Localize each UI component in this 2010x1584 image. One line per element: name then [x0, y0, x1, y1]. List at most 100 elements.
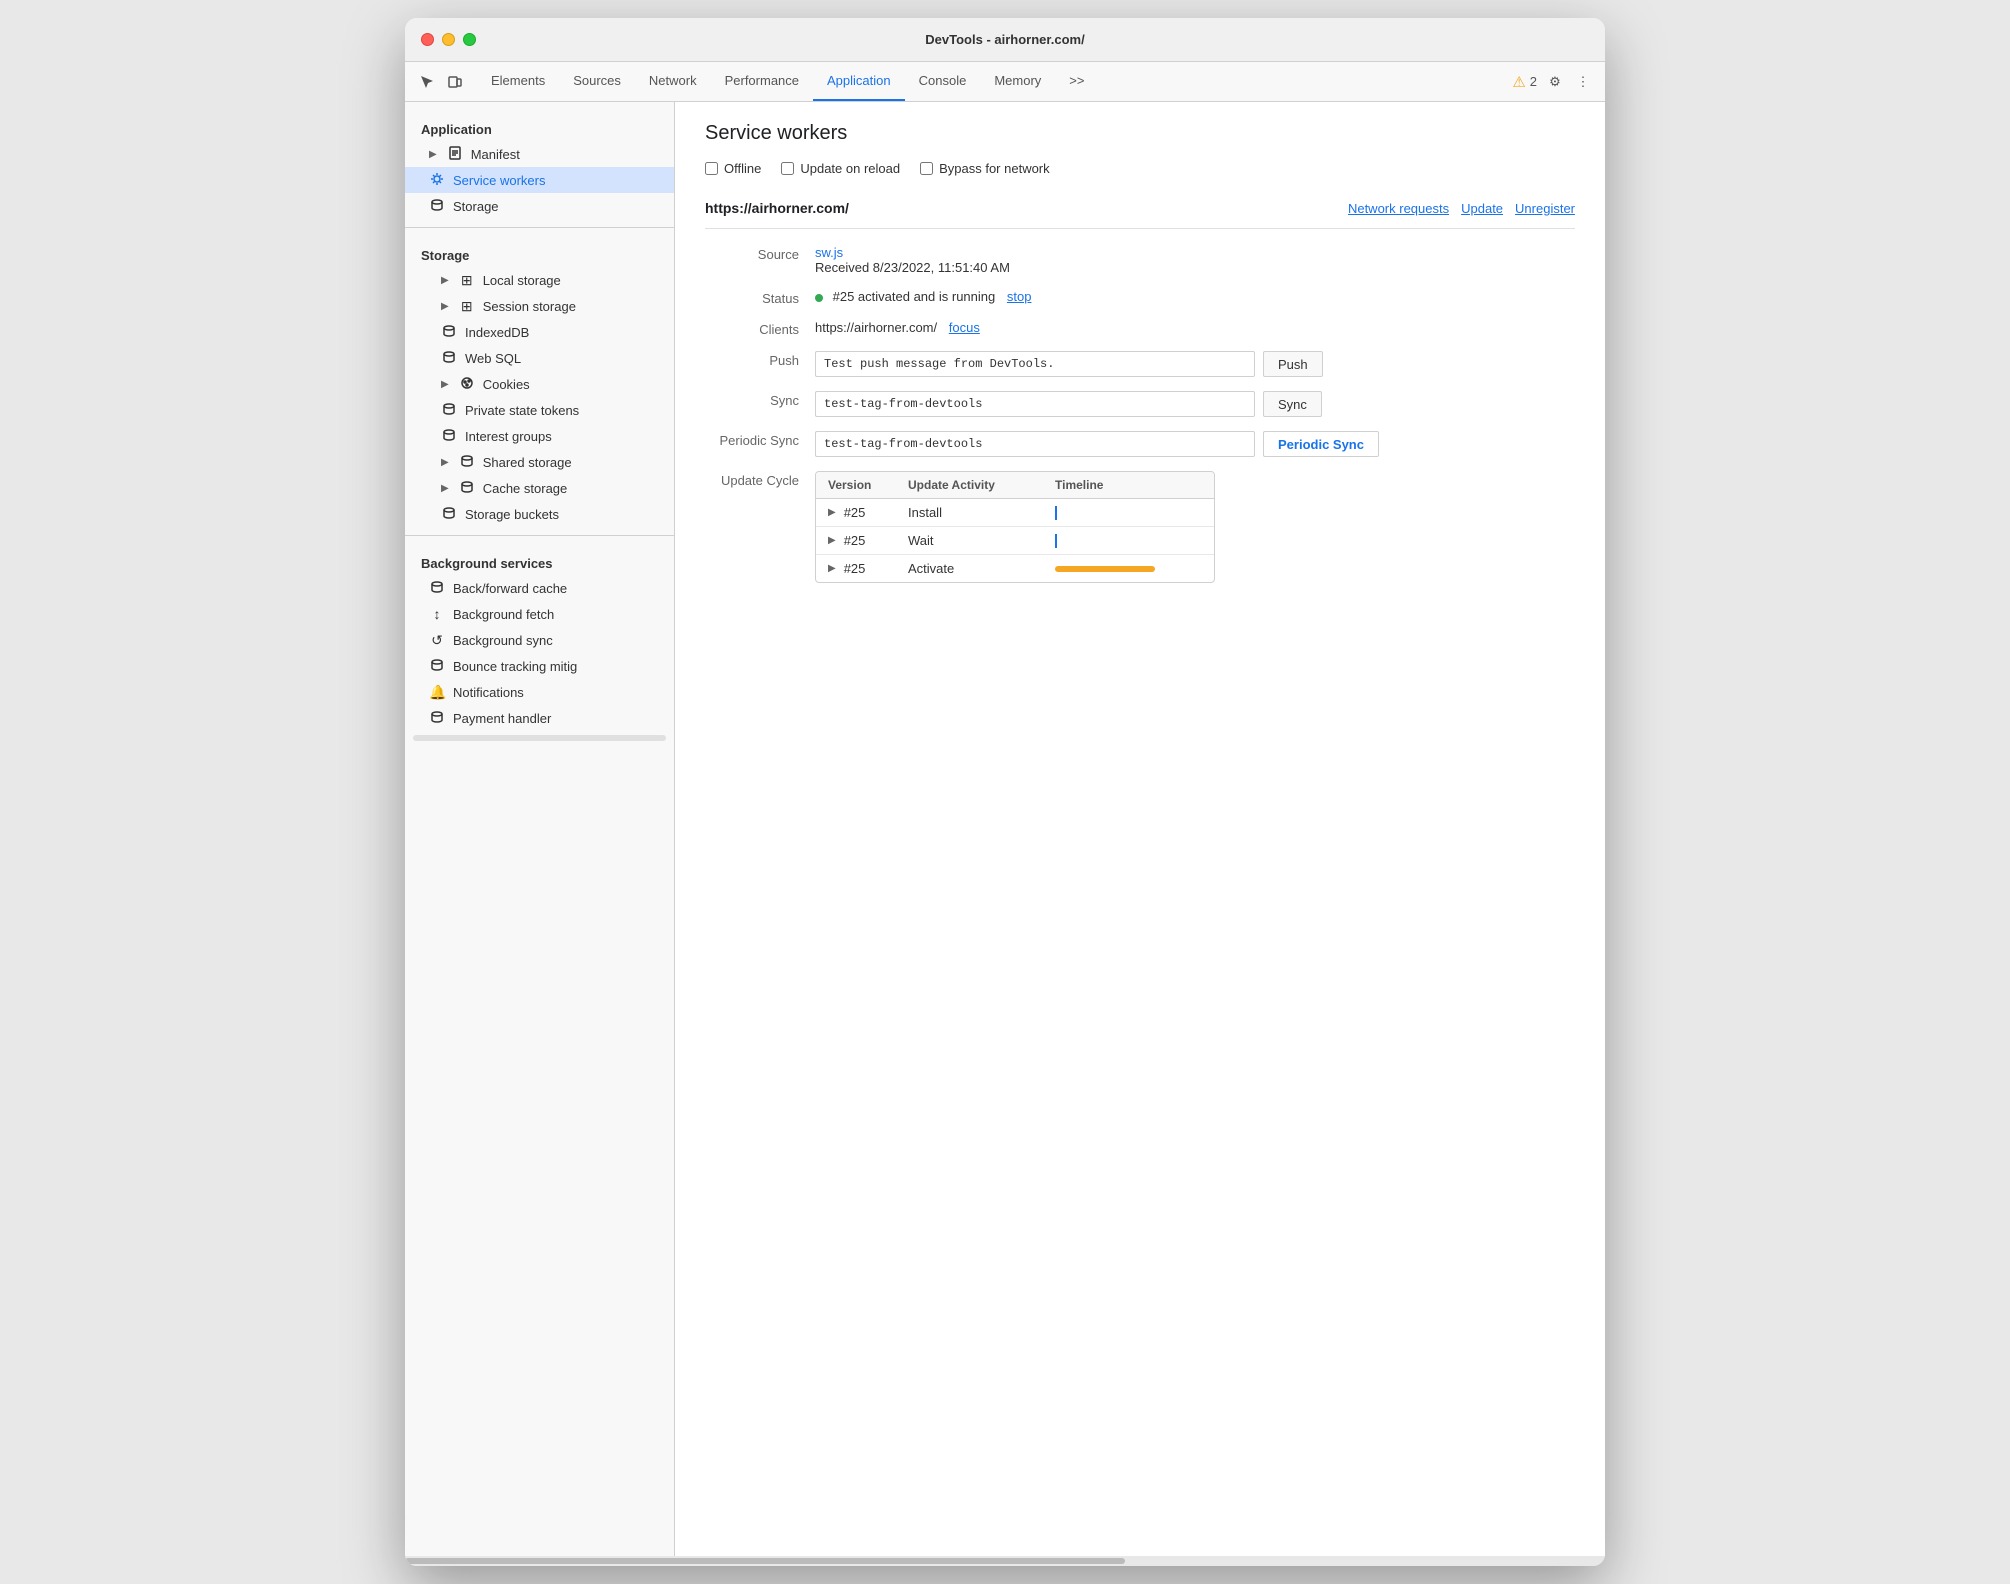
table-row: ▶ #25 Activate [816, 555, 1214, 582]
push-row: Push Push [705, 351, 1575, 377]
sync-value: Sync [815, 391, 1575, 417]
clients-url: https://airhorner.com/ [815, 320, 937, 335]
storage-app-icon [429, 198, 445, 215]
sidebar-item-private-state-tokens[interactable]: Private state tokens [405, 397, 674, 423]
tab-performance[interactable]: Performance [711, 62, 813, 101]
horizontal-scrollbar-thumb[interactable] [405, 1558, 1125, 1564]
tab-more[interactable]: >> [1055, 62, 1098, 101]
push-button[interactable]: Push [1263, 351, 1323, 377]
sidebar-label-back-forward-cache: Back/forward cache [453, 581, 567, 596]
sidebar-scrollbar[interactable] [413, 735, 666, 741]
sidebar-item-storage-buckets[interactable]: Storage buckets [405, 501, 674, 527]
clients-label: Clients [705, 320, 815, 337]
sidebar-label-background-fetch: Background fetch [453, 607, 554, 622]
sync-button[interactable]: Sync [1263, 391, 1322, 417]
sidebar-label-notifications: Notifications [453, 685, 524, 700]
more-options-icon[interactable]: ⋮ [1573, 72, 1593, 92]
offline-label: Offline [724, 161, 761, 176]
bypass-for-network-label: Bypass for network [939, 161, 1050, 176]
sidebar-label-interest-groups: Interest groups [465, 429, 552, 444]
sidebar-item-manifest[interactable]: ▶ Manifest [405, 141, 674, 167]
row-triangle-icon[interactable]: ▶ [828, 563, 836, 574]
page-title: Service workers [705, 122, 1575, 145]
status-label: Status [705, 289, 815, 306]
sidebar-item-local-storage[interactable]: ▶ ⊞ Local storage [405, 267, 674, 293]
sync-input[interactable] [815, 391, 1255, 417]
sidebar-label-bounce-tracking: Bounce tracking mitig [453, 659, 577, 674]
update-link[interactable]: Update [1461, 201, 1503, 216]
update-cycle-value: Version Update Activity Timeline ▶ #25 I… [815, 471, 1575, 583]
update-on-reload-input[interactable] [781, 162, 794, 175]
push-label: Push [705, 351, 815, 368]
pointer-icon[interactable] [417, 72, 437, 92]
sync-label: Sync [705, 391, 815, 408]
stop-link[interactable]: stop [1007, 289, 1032, 304]
device-icon[interactable] [445, 72, 465, 92]
tab-application[interactable]: Application [813, 62, 905, 101]
window-title: DevTools - airhorner.com/ [925, 32, 1084, 47]
horizontal-scrollbar[interactable] [405, 1556, 1605, 1566]
offline-checkbox-input[interactable] [705, 162, 718, 175]
sidebar-item-shared-storage[interactable]: ▶ Shared storage [405, 449, 674, 475]
sidebar-item-bounce-tracking[interactable]: Bounce tracking mitig [405, 653, 674, 679]
sidebar-label-storage-app: Storage [453, 199, 499, 214]
sidebar-item-storage-app[interactable]: Storage [405, 193, 674, 219]
timeline-tick-1 [1055, 506, 1057, 520]
indexeddb-icon [441, 324, 457, 341]
divider-2 [405, 535, 674, 536]
close-button[interactable] [421, 33, 434, 46]
sw-actions: Network requests Update Unregister [1348, 201, 1575, 216]
bypass-for-network-checkbox[interactable]: Bypass for network [920, 161, 1050, 176]
sidebar-item-session-storage[interactable]: ▶ ⊞ Session storage [405, 293, 674, 319]
sidebar-item-indexeddb[interactable]: IndexedDB [405, 319, 674, 345]
tab-elements[interactable]: Elements [477, 62, 559, 101]
titlebar: DevTools - airhorner.com/ [405, 18, 1605, 62]
sidebar-item-service-workers[interactable]: Service workers [405, 167, 674, 193]
timeline-cell-2 [1055, 534, 1202, 548]
sidebar-item-notifications[interactable]: 🔔 Notifications [405, 679, 674, 705]
update-cycle-label: Update Cycle [705, 471, 815, 488]
unregister-link[interactable]: Unregister [1515, 201, 1575, 216]
sidebar-label-cookies: Cookies [483, 377, 530, 392]
offline-checkbox[interactable]: Offline [705, 161, 761, 176]
tab-network[interactable]: Network [635, 62, 711, 101]
bypass-for-network-input[interactable] [920, 162, 933, 175]
push-input[interactable] [815, 351, 1255, 377]
cookies-icon [459, 376, 475, 393]
tab-console[interactable]: Console [905, 62, 981, 101]
row-triangle-icon[interactable]: ▶ [828, 507, 836, 518]
network-requests-link[interactable]: Network requests [1348, 201, 1449, 216]
triangle-icon: ▶ [429, 149, 437, 160]
sidebar-section-application: Application [405, 110, 674, 141]
sidebar-item-cookies[interactable]: ▶ Cookies [405, 371, 674, 397]
update-on-reload-checkbox[interactable]: Update on reload [781, 161, 900, 176]
source-file-link[interactable]: sw.js [815, 245, 843, 260]
source-row: Source sw.js Received 8/23/2022, 11:51:4… [705, 245, 1575, 275]
tab-memory[interactable]: Memory [980, 62, 1055, 101]
maximize-button[interactable] [463, 33, 476, 46]
timeline-tick-2 [1055, 534, 1057, 548]
row-triangle-icon[interactable]: ▶ [828, 535, 836, 546]
status-dot [815, 294, 823, 302]
sidebar-item-interest-groups[interactable]: Interest groups [405, 423, 674, 449]
sidebar-section-storage: Storage [405, 236, 674, 267]
interest-groups-icon [441, 428, 457, 445]
sidebar-item-back-forward-cache[interactable]: Back/forward cache [405, 575, 674, 601]
settings-icon[interactable]: ⚙ [1545, 72, 1565, 92]
periodic-sync-button[interactable]: Periodic Sync [1263, 431, 1379, 457]
sidebar-item-background-sync[interactable]: ↺ Background sync [405, 627, 674, 653]
tab-sources[interactable]: Sources [559, 62, 635, 101]
sidebar-item-background-fetch[interactable]: ↕ Background fetch [405, 601, 674, 627]
periodic-sync-row: Periodic Sync Periodic Sync [705, 431, 1575, 457]
sidebar-item-websql[interactable]: Web SQL [405, 345, 674, 371]
warning-badge[interactable]: ⚠ 2 [1512, 73, 1537, 91]
periodic-sync-input[interactable] [815, 431, 1255, 457]
sw-url: https://airhorner.com/ [705, 200, 849, 216]
focus-link[interactable]: focus [949, 320, 980, 335]
timeline-cell-3 [1055, 566, 1202, 572]
sidebar-item-payment-handler[interactable]: Payment handler [405, 705, 674, 731]
activity-label-2: Wait [908, 533, 1055, 548]
traffic-lights [421, 33, 476, 46]
sidebar-item-cache-storage[interactable]: ▶ Cache storage [405, 475, 674, 501]
minimize-button[interactable] [442, 33, 455, 46]
